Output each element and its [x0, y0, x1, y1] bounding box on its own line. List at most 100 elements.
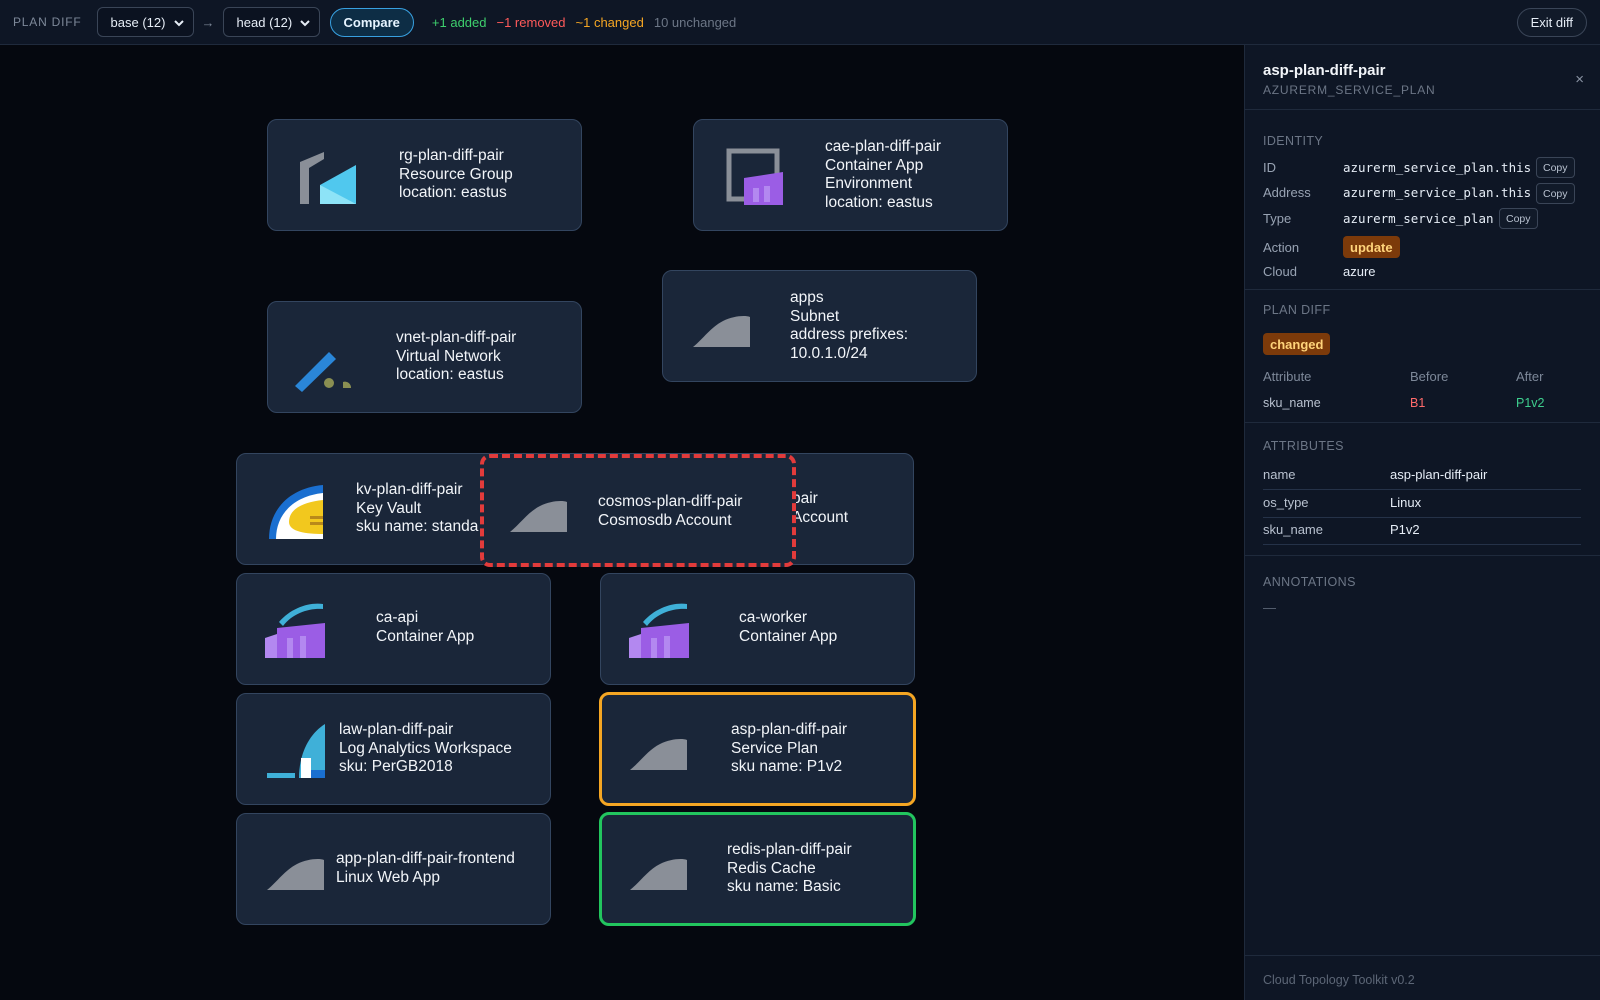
- node-detail: sku name: standa: [356, 518, 479, 536]
- node-name: app-plan-diff-pair-frontend: [336, 850, 515, 867]
- details-panel: asp-plan-diff-pair AZURERM_SERVICE_PLAN …: [1244, 45, 1600, 1000]
- node-name: kv-plan-diff-pair: [356, 481, 463, 498]
- node-name: cosmos-plan-diff-pair: [598, 493, 743, 510]
- compare-button[interactable]: Compare: [329, 7, 414, 37]
- id-value: azurerm_service_plan.this: [1343, 160, 1532, 175]
- chevron-down-icon: [173, 20, 184, 27]
- node-type: Resource Group: [399, 165, 513, 183]
- node-type: Redis Cache: [727, 859, 816, 877]
- node-type: Subnet: [790, 307, 840, 325]
- node-name: rg-plan-diff-pair: [399, 147, 504, 164]
- app-version-footer: Cloud Topology Toolkit v0.2: [1263, 973, 1415, 987]
- diff-after-value: P1v2: [1516, 396, 1545, 410]
- id-label: ID: [1263, 160, 1276, 175]
- added-count: +1 added: [431, 14, 487, 30]
- node-container-app-api[interactable]: ca-api Container App: [236, 573, 551, 685]
- unchanged-count: 10 unchanged: [653, 14, 737, 30]
- divider: [1245, 109, 1600, 110]
- storage-node-type-partial: Account: [792, 508, 849, 526]
- action-label: Action: [1263, 240, 1300, 255]
- action-badge: update: [1343, 236, 1400, 258]
- node-linux-web-app[interactable]: app-plan-diff-pair-frontend Linux Web Ap…: [236, 813, 551, 925]
- address-label: Address: [1263, 185, 1311, 200]
- generic-cloud-icon: [267, 859, 324, 890]
- attribute-value: Linux: [1390, 495, 1422, 510]
- attribute-key: sku_name: [1263, 522, 1323, 537]
- node-name: vnet-plan-diff-pair: [396, 329, 517, 346]
- attribute-value: P1v2: [1390, 522, 1420, 537]
- head-select[interactable]: head (12): [222, 7, 320, 37]
- node-service-plan[interactable]: asp-plan-diff-pair Service Plan sku name…: [599, 692, 916, 806]
- node-detail: location: eastus: [396, 366, 504, 384]
- changed-count: ~1 changed: [575, 14, 644, 30]
- virtual-network-icon: [295, 352, 352, 392]
- node-detail: sku: PerGB2018: [339, 758, 453, 776]
- divider: [1245, 422, 1600, 423]
- node-type: Container App: [739, 627, 838, 645]
- node-subnet[interactable]: apps Subnet address prefixes: 10.0.1.0/2…: [662, 270, 977, 382]
- address-value: azurerm_service_plan.this: [1343, 185, 1532, 200]
- type-value: azurerm_service_plan: [1343, 211, 1494, 226]
- node-detail: address prefixes:: [790, 326, 909, 344]
- attribute-value: asp-plan-diff-pair: [1390, 467, 1488, 482]
- generic-cloud-icon: [693, 316, 750, 347]
- attribute-row: name asp-plan-diff-pair: [1263, 463, 1581, 490]
- copy-id-button[interactable]: Copy: [1536, 157, 1575, 178]
- node-name: law-plan-diff-pair: [339, 721, 454, 738]
- attribute-key: name: [1263, 467, 1296, 482]
- base-select[interactable]: base (12): [96, 7, 194, 37]
- node-type: Virtual Network: [396, 347, 501, 365]
- exit-diff-button[interactable]: Exit diff: [1516, 8, 1587, 37]
- log-analytics-icon: [267, 724, 325, 778]
- node-name: cae-plan-diff-pair: [825, 138, 942, 155]
- node-redis-cache[interactable]: redis-plan-diff-pair Redis Cache sku nam…: [599, 812, 916, 926]
- key-vault-icon: [269, 485, 323, 539]
- node-name: ca-api: [376, 609, 419, 626]
- copy-type-button[interactable]: Copy: [1499, 208, 1538, 229]
- close-icon[interactable]: ×: [1575, 71, 1584, 88]
- node-type-cont: Environment: [825, 175, 913, 193]
- annotations-header: ANNOTATIONS: [1263, 575, 1356, 589]
- node-type: Linux Web App: [336, 868, 440, 886]
- copy-address-button[interactable]: Copy: [1536, 183, 1575, 204]
- diff-header-attribute: Attribute: [1263, 369, 1312, 384]
- cloud-value: azure: [1343, 264, 1376, 279]
- chevron-down-icon: [299, 20, 310, 27]
- generic-cloud-icon: [630, 859, 687, 890]
- annotations-value: —: [1263, 600, 1276, 615]
- node-type: Key Vault: [356, 499, 422, 517]
- node-name: ca-worker: [739, 609, 808, 626]
- node-cosmosdb-account[interactable]: cosmos-plan-diff-pair Cosmosdb Account: [480, 454, 796, 567]
- node-log-analytics-workspace[interactable]: law-plan-diff-pair Log Analytics Workspa…: [236, 693, 551, 805]
- node-detail-cont: 10.0.1.0/24: [790, 345, 868, 363]
- head-select-value: head (12): [236, 14, 293, 30]
- node-detail: sku name: P1v2: [731, 758, 843, 776]
- node-container-app-worker[interactable]: ca-worker Container App: [600, 573, 915, 685]
- container-app-icon: [629, 603, 689, 658]
- storage-node-name-partial: pair: [792, 490, 818, 507]
- panel-subtitle: AZURERM_SERVICE_PLAN: [1263, 83, 1436, 97]
- node-detail: location: eastus: [399, 184, 507, 202]
- divider: [1245, 555, 1600, 556]
- generic-cloud-icon: [510, 501, 567, 532]
- attribute-key: os_type: [1263, 495, 1309, 510]
- type-label: Type: [1263, 211, 1292, 226]
- divider: [1245, 289, 1600, 290]
- plan-diff-badge: changed: [1263, 333, 1331, 355]
- node-resource-group[interactable]: rg-plan-diff-pair Resource Group locatio…: [267, 119, 582, 231]
- node-container-app-environment[interactable]: cae-plan-diff-pair Container App Environ…: [693, 119, 1008, 231]
- plan-diff-label: PLAN DIFF: [13, 15, 82, 29]
- identity-header: IDENTITY: [1263, 134, 1324, 148]
- removed-count: −1 removed: [496, 14, 566, 30]
- topology-canvas[interactable]: rg-plan-diff-pair Resource Group locatio…: [0, 45, 1244, 1000]
- node-type: Service Plan: [731, 739, 819, 757]
- container-app-icon: [265, 603, 325, 658]
- base-select-value: base (12): [110, 14, 166, 30]
- node-virtual-network[interactable]: vnet-plan-diff-pair Virtual Network loca…: [267, 301, 582, 413]
- attribute-row: sku_name P1v2: [1263, 518, 1581, 545]
- node-name: asp-plan-diff-pair: [731, 721, 848, 738]
- node-type: Cosmosdb Account: [598, 511, 732, 529]
- node-type: Container App: [376, 627, 475, 645]
- divider: [1245, 955, 1600, 956]
- node-detail: location: eastus: [825, 194, 933, 212]
